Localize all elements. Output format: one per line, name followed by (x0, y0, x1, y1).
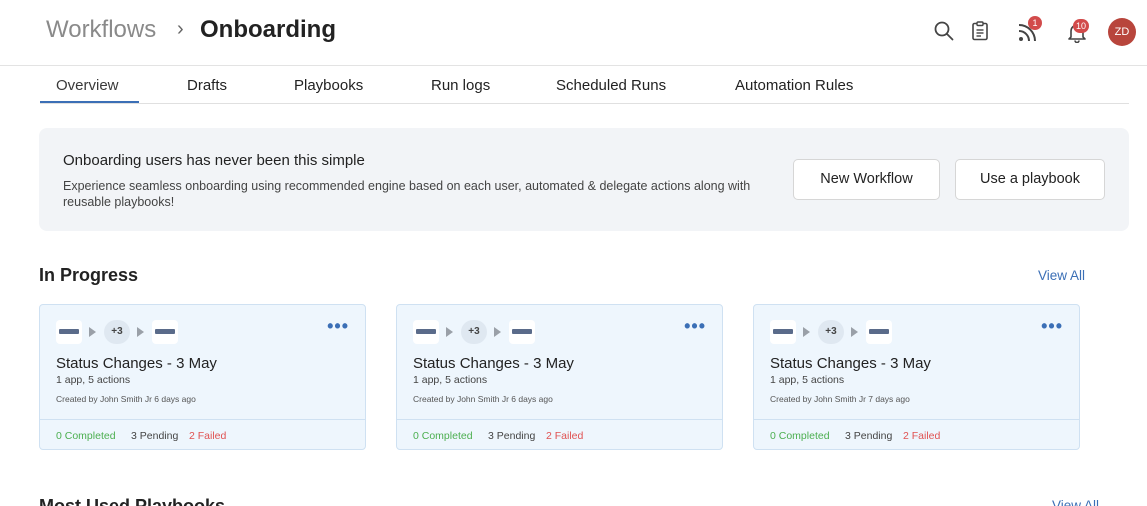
more-dots-icon[interactable]: ••• (327, 317, 349, 335)
play-arrow-icon (446, 327, 453, 337)
tab-drafts[interactable]: Drafts (187, 77, 227, 94)
play-arrow-icon (803, 327, 810, 337)
most-used-playbooks-title: Most Used Playbooks (39, 496, 226, 506)
app-icon (770, 320, 796, 344)
more-apps-chip: +3 (104, 320, 130, 344)
card-created-by: Created by John Smith Jr 7 days ago (770, 394, 910, 404)
card-status-bar: 0 Completed 3 Pending 2 Failed (397, 419, 722, 450)
more-apps-chip: +3 (818, 320, 844, 344)
onboarding-banner: Onboarding users has never been this sim… (39, 128, 1129, 231)
pending-count: 3 Pending (845, 430, 893, 442)
card-title: Status Changes - 3 May (770, 355, 931, 372)
app-icon (509, 320, 535, 344)
use-playbook-button[interactable]: Use a playbook (955, 159, 1105, 200)
workflow-card[interactable]: +3 ••• Status Changes - 3 May 1 app, 5 a… (39, 304, 366, 450)
play-arrow-icon (851, 327, 858, 337)
failed-count: 2 Failed (546, 430, 584, 442)
card-subtitle: 1 app, 5 actions (413, 374, 488, 386)
breadcrumb-workflows[interactable]: Workflows (46, 16, 156, 44)
search-icon[interactable] (933, 20, 955, 42)
more-dots-icon[interactable]: ••• (1041, 317, 1063, 335)
most-used-view-all-link[interactable]: View All (1052, 498, 1099, 506)
completed-count: 0 Completed (56, 430, 116, 442)
feed-badge: 1 (1028, 16, 1042, 30)
tab-bar: Overview Drafts Playbooks Run logs Sched… (40, 68, 1129, 104)
pending-count: 3 Pending (131, 430, 179, 442)
card-created-by: Created by John Smith Jr 6 days ago (56, 394, 196, 404)
failed-count: 2 Failed (189, 430, 227, 442)
tab-overview[interactable]: Overview (56, 77, 119, 94)
card-subtitle: 1 app, 5 actions (56, 374, 131, 386)
tab-scheduled-runs[interactable]: Scheduled Runs (556, 77, 666, 94)
play-arrow-icon (89, 327, 96, 337)
card-status-bar: 0 Completed 3 Pending 2 Failed (40, 419, 365, 450)
card-subtitle: 1 app, 5 actions (770, 374, 845, 386)
card-title: Status Changes - 3 May (413, 355, 574, 372)
completed-count: 0 Completed (770, 430, 830, 442)
more-dots-icon[interactable]: ••• (684, 317, 706, 335)
new-workflow-button[interactable]: New Workflow (793, 159, 940, 200)
workflow-card[interactable]: +3 ••• Status Changes - 3 May 1 app, 5 a… (753, 304, 1080, 450)
breadcrumb-separator-icon: › (177, 18, 184, 40)
workflow-card[interactable]: +3 ••• Status Changes - 3 May 1 app, 5 a… (396, 304, 723, 450)
tab-automation-rules[interactable]: Automation Rules (735, 77, 853, 94)
app-icon (413, 320, 439, 344)
card-created-by: Created by John Smith Jr 6 days ago (413, 394, 553, 404)
page-header: Workflows › Onboarding 1 10 ZD (0, 0, 1147, 66)
tab-run-logs[interactable]: Run logs (431, 77, 490, 94)
notifications-badge: 10 (1073, 19, 1090, 33)
more-apps-chip: +3 (461, 320, 487, 344)
banner-title: Onboarding users has never been this sim… (63, 152, 365, 169)
failed-count: 2 Failed (903, 430, 941, 442)
clipboard-icon[interactable] (969, 20, 991, 42)
app-icon (56, 320, 82, 344)
play-arrow-icon (494, 327, 501, 337)
app-icon (866, 320, 892, 344)
play-arrow-icon (137, 327, 144, 337)
tab-playbooks[interactable]: Playbooks (294, 77, 363, 94)
card-title: Status Changes - 3 May (56, 355, 217, 372)
active-tab-indicator (40, 101, 139, 103)
pending-count: 3 Pending (488, 430, 536, 442)
avatar[interactable]: ZD (1108, 18, 1136, 46)
card-status-bar: 0 Completed 3 Pending 2 Failed (754, 419, 1079, 450)
banner-description: Experience seamless onboarding using rec… (63, 179, 751, 209)
in-progress-title: In Progress (39, 265, 139, 285)
app-icon (152, 320, 178, 344)
page-title: Onboarding (200, 16, 336, 43)
view-all-link[interactable]: View All (1038, 268, 1085, 283)
completed-count: 0 Completed (413, 430, 473, 442)
